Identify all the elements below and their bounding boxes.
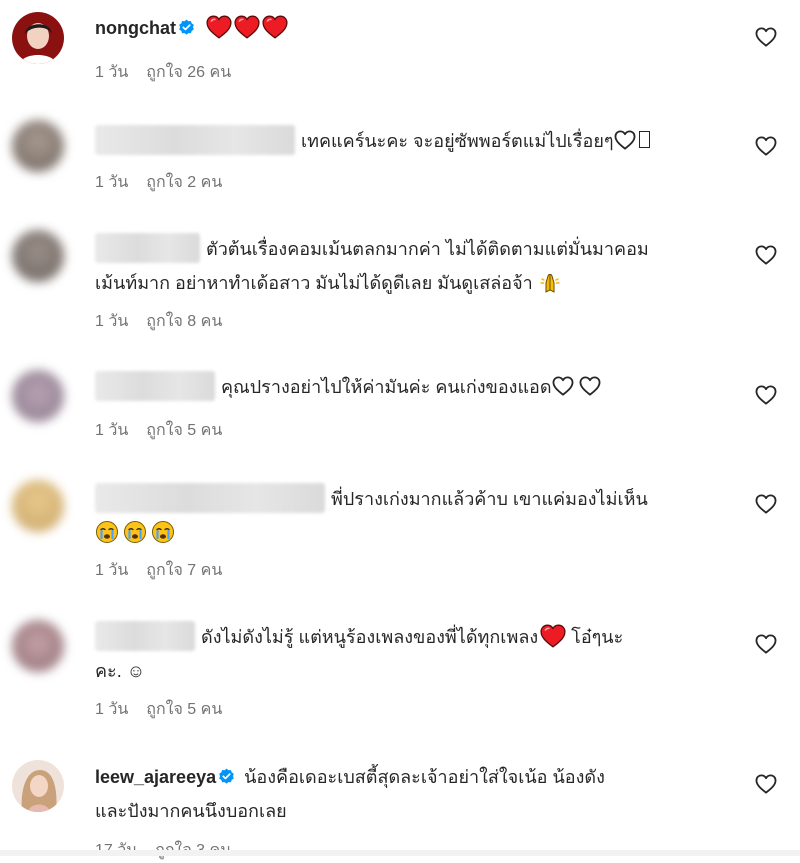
- red-heart-emoji-icon: [262, 15, 288, 39]
- heart-outline-icon[interactable]: [755, 136, 777, 156]
- avatar[interactable]: [12, 620, 64, 672]
- comment-text: ดังไม่ดังไม่รู้ แต่หนูร้องเพลงของพี่ได้ท…: [95, 620, 740, 688]
- verified-badge-icon: [178, 19, 195, 36]
- comment-time[interactable]: 1 วัน: [95, 562, 128, 579]
- comment-body: น้องคือเดอะเบสตี้สุดละเจ้าอย่าใส่ใจเน้อ …: [244, 767, 605, 787]
- comment-body: เทคแคร์นะคะ จะอยู่ซัพพอร์ตแม่ไปเรื่อยๆ: [301, 131, 614, 151]
- avatar[interactable]: [12, 480, 64, 532]
- avatar[interactable]: [12, 230, 64, 282]
- white-heart-emoji-icon: [579, 376, 601, 396]
- heart-outline-icon[interactable]: [755, 385, 777, 405]
- comment-body-line2: และปังมากคนนึงบอกเลย: [95, 801, 287, 821]
- comment-username-redacted[interactable]: [95, 621, 195, 651]
- avatar[interactable]: [12, 120, 64, 172]
- comment-body: ตัวต้นเรื่องคอมเม้นตลกมากค่า ไม่ได้ติดตา…: [206, 239, 649, 259]
- comment-text: leew_ajareeya น้องคือเดอะเบสตี้สุดละเจ้า…: [95, 760, 740, 828]
- comment-time[interactable]: 1 วัน: [95, 701, 128, 718]
- bottom-divider: [0, 850, 800, 856]
- comment-time[interactable]: 1 วัน: [95, 422, 128, 439]
- comment-likes[interactable]: ถูกใจ 2 คน: [146, 174, 222, 191]
- comment-time[interactable]: 1 วัน: [95, 313, 128, 330]
- crying-face-emoji-icon: [151, 520, 175, 544]
- comment-meta: 1 วัน ถูกใจ 5 คน: [95, 418, 240, 443]
- red-heart-emoji-icon: [206, 15, 232, 39]
- comment-meta: 1 วัน ถูกใจ 5 คน: [95, 697, 240, 722]
- crying-face-emoji-icon: [123, 520, 147, 544]
- comment-meta: 1 วัน ถูกใจ 2 คน: [95, 170, 240, 195]
- red-heart-emoji-icon: [540, 624, 566, 648]
- comment-body: ดังไม่ดังไม่รู้ แต่หนูร้องเพลงของพี่ได้ท…: [201, 627, 539, 647]
- comment-meta: 1 วัน ถูกใจ 26 คน: [95, 60, 249, 85]
- comment-body-line2: เม้นท์มาก อย่าหาทำเด้อสาว มันไม่ได้ดูดีเ…: [95, 273, 533, 293]
- comment-likes[interactable]: ถูกใจ 26 คน: [146, 64, 231, 81]
- avatar-photo: [12, 760, 64, 812]
- red-heart-emoji-icon: [234, 15, 260, 39]
- comment-username[interactable]: leew_ajareeya: [95, 767, 216, 787]
- raising-hands-emoji-icon: [538, 270, 562, 294]
- avatar[interactable]: [12, 370, 64, 422]
- white-heart-emoji-icon: [552, 376, 574, 396]
- comment-username-redacted[interactable]: [95, 233, 200, 263]
- comment-likes[interactable]: ถูกใจ 7 คน: [146, 562, 222, 579]
- comment-body: พี่ปรางเก่งมากแล้วค้าบ เขาแค่มองไม่เห็น: [331, 489, 648, 509]
- comment-username-redacted[interactable]: [95, 125, 295, 155]
- comment-meta: 1 วัน ถูกใจ 7 คน: [95, 558, 240, 583]
- heart-outline-icon[interactable]: [755, 774, 777, 794]
- comment-text: พี่ปรางเก่งมากแล้วค้าบ เขาแค่มองไม่เห็น: [95, 482, 740, 550]
- heart-outline-icon[interactable]: [755, 494, 777, 514]
- comment-likes[interactable]: ถูกใจ 5 คน: [146, 701, 222, 718]
- verified-badge-icon: [218, 768, 235, 785]
- comment-body: คุณปรางอย่าไปให้ค่ามันค่ะ คนเก่งของแอด: [221, 377, 552, 397]
- comment-username-redacted[interactable]: [95, 371, 215, 401]
- comment-username[interactable]: nongchat: [95, 18, 176, 38]
- avatar[interactable]: [12, 760, 64, 812]
- missing-glyph-icon: [638, 131, 650, 148]
- avatar[interactable]: [12, 12, 64, 64]
- comment-time[interactable]: 1 วัน: [95, 64, 128, 81]
- white-heart-emoji-icon: [614, 130, 636, 150]
- comment-text: คุณปรางอย่าไปให้ค่ามันค่ะ คนเก่งของแอด: [95, 370, 740, 404]
- comment-username-redacted[interactable]: [95, 483, 325, 513]
- comment-body-line2: คะ. ☺: [95, 661, 146, 681]
- crying-face-emoji-icon: [95, 520, 119, 544]
- heart-outline-icon[interactable]: [755, 245, 777, 265]
- comment-likes[interactable]: ถูกใจ 8 คน: [146, 313, 222, 330]
- comment-time[interactable]: 1 วัน: [95, 174, 128, 191]
- heart-outline-icon[interactable]: [755, 634, 777, 654]
- heart-outline-icon[interactable]: [755, 27, 777, 47]
- comment-text: nongchat: [95, 11, 740, 45]
- comment-likes[interactable]: ถูกใจ 5 คน: [146, 422, 222, 439]
- comment-text: ตัวต้นเรื่องคอมเม้นตลกมากค่า ไม่ได้ติดตา…: [95, 232, 740, 300]
- comment-meta: 1 วัน ถูกใจ 8 คน: [95, 309, 240, 334]
- comment-text: เทคแคร์นะคะ จะอยู่ซัพพอร์ตแม่ไปเรื่อยๆ: [95, 124, 740, 158]
- avatar-photo: [12, 12, 64, 64]
- comment-body-cont: โอ๋ๆนะ: [571, 627, 624, 647]
